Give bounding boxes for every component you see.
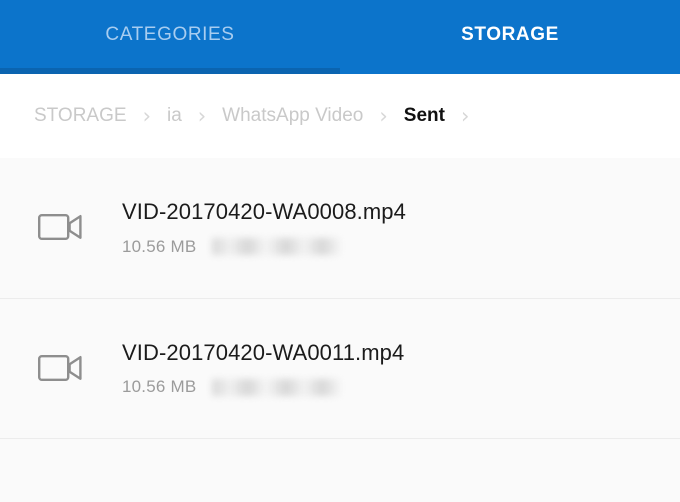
file-list-item-text: VID-20170420-WA0011.mp4 10.56 MB — [122, 340, 404, 397]
tab-bar: CATEGORIES STORAGE — [0, 0, 680, 74]
file-list-item[interactable]: VID-20170420-WA0011.mp4 10.56 MB — [0, 298, 680, 438]
file-size: 10.56 MB — [122, 236, 197, 256]
breadcrumb: STORAGE › ia › WhatsApp Video › Sent › — [0, 74, 680, 158]
file-date-redacted — [212, 238, 341, 256]
tab-categories[interactable]: CATEGORIES — [0, 0, 340, 74]
file-list-item-text: VID-20170420-WA0008.mp4 10.56 MB — [122, 199, 406, 256]
chevron-right-icon: › — [142, 103, 151, 128]
file-size: 10.56 MB — [122, 377, 197, 397]
file-list-item[interactable]: VID-20170420-WA0008.mp4 10.56 MB — [0, 158, 680, 298]
video-camera-icon — [0, 211, 122, 245]
chevron-right-icon: › — [460, 103, 470, 128]
breadcrumb-item-whatsapp-video[interactable]: WhatsApp Video — [222, 105, 363, 127]
tab-categories-label: CATEGORIES — [105, 24, 235, 45]
file-meta: 10.56 MB — [122, 377, 404, 397]
file-name: VID-20170420-WA0008.mp4 — [122, 199, 406, 225]
breadcrumb-item-storage[interactable]: STORAGE — [34, 105, 127, 127]
video-camera-icon — [0, 352, 122, 386]
file-date-redacted — [212, 378, 341, 396]
tab-storage-label: STORAGE — [461, 24, 559, 45]
file-name: VID-20170420-WA0011.mp4 — [122, 339, 405, 365]
file-meta: 10.56 MB — [122, 237, 406, 257]
breadcrumb-item-ia[interactable]: ia — [167, 105, 182, 127]
tab-selection-indicator — [0, 68, 340, 74]
file-list: VID-20170420-WA0008.mp4 10.56 MB VID-201… — [0, 158, 680, 468]
file-list-item-partial[interactable] — [0, 439, 680, 468]
tab-storage[interactable]: STORAGE — [340, 0, 680, 74]
chevron-right-icon: › — [197, 103, 207, 128]
chevron-right-icon: › — [379, 103, 388, 128]
breadcrumb-item-sent[interactable]: Sent — [404, 105, 445, 127]
